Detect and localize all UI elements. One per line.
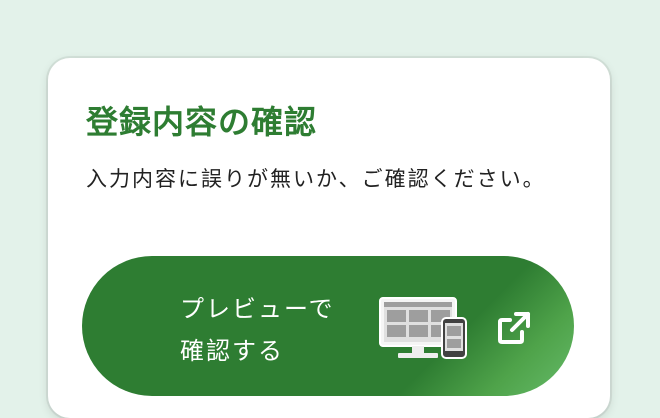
external-link-icon xyxy=(498,312,530,344)
monitor-and-smartphone-icon xyxy=(379,297,467,359)
confirmation-card: 登録内容の確認 入力内容に誤りが無いか、ご確認ください。 プレビューで 確認する xyxy=(48,58,610,418)
preview-button-label-line2: 確認する xyxy=(180,337,284,365)
preview-button-label: プレビューで 確認する xyxy=(180,288,380,372)
preview-confirm-button[interactable]: プレビューで 確認する xyxy=(82,256,574,396)
card-title: 登録内容の確認 xyxy=(86,103,318,141)
preview-button-label-line1: プレビューで xyxy=(180,295,335,323)
card-description: 入力内容に誤りが無いか、ご確認ください。 xyxy=(86,167,546,191)
